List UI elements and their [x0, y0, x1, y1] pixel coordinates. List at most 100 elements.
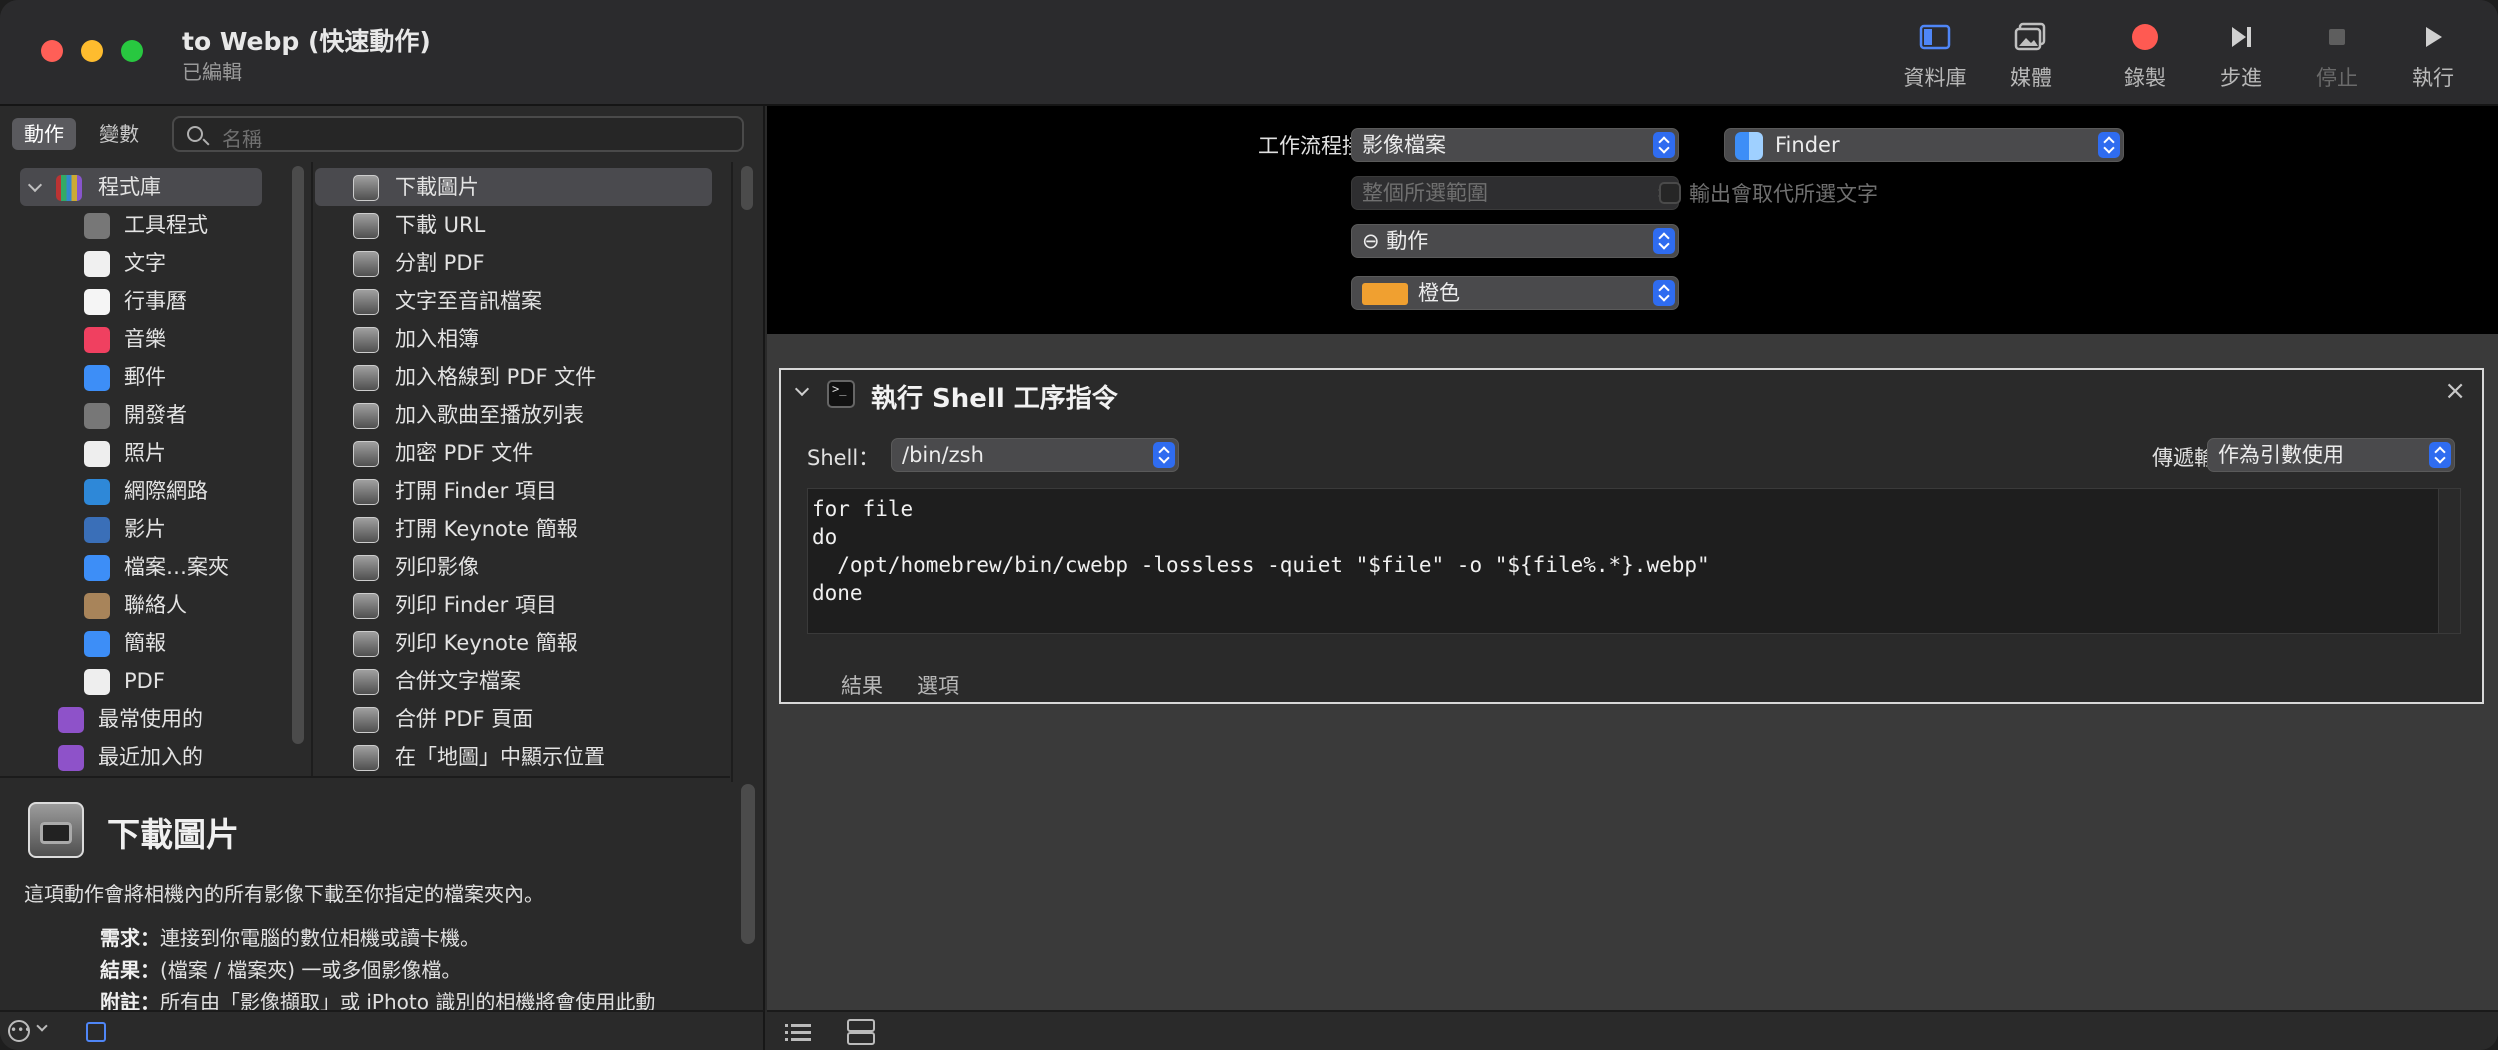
- tab-results[interactable]: 結果: [841, 670, 883, 700]
- action-list-item[interactable]: 加入歌曲至播放列表: [315, 396, 712, 434]
- action-list-item[interactable]: 加入相簿: [315, 320, 712, 358]
- right-bottom-bar: [767, 1010, 2498, 1050]
- action-list-item[interactable]: 下載 URL: [315, 206, 712, 244]
- library-root-item[interactable]: 程式庫: [20, 168, 262, 206]
- workflow-pane: 工作流程接收目前的 影像檔案 位置： Finder 輸入為 整個所選範圍 輸出會…: [767, 106, 2498, 1010]
- chevron-down-icon[interactable]: [794, 381, 810, 397]
- mail-icon: [84, 365, 110, 391]
- library-item[interactable]: PDF: [0, 662, 310, 700]
- segment-variables[interactable]: 變數: [87, 118, 151, 150]
- library-item[interactable]: 檔案…案夾: [0, 548, 310, 586]
- keynote-icon: [84, 631, 110, 657]
- tab-options[interactable]: 選項: [917, 670, 959, 700]
- action-list-item-label: 加密 PDF 文件: [395, 441, 534, 465]
- utilities-icon: [84, 213, 110, 239]
- library-scrollbar[interactable]: [292, 166, 304, 744]
- action-list-item[interactable]: 在「地圖」中顯示位置: [315, 738, 712, 776]
- left-bottom-bar: •••: [0, 1010, 765, 1050]
- description-body: 這項動作會將相機內的所有影像下載至你指定的檔案夾內。: [24, 882, 544, 906]
- action-title: 執行 Shell 工序指令: [871, 384, 1118, 414]
- shell-popup[interactable]: /bin/zsh: [891, 438, 1179, 472]
- internet-icon: [84, 479, 110, 505]
- library-toolbar-button[interactable]: 資料庫: [1890, 20, 1980, 100]
- library-item-label: 音樂: [124, 327, 166, 351]
- action-description: 下載圖片 這項動作會將相機內的所有影像下載至你指定的檔案夾內。 需求：連接到你電…: [0, 776, 730, 1014]
- action-list-item-label: 列印 Finder 項目: [395, 593, 557, 617]
- more-options-icon[interactable]: •••: [8, 1020, 31, 1042]
- action-list-item[interactable]: 打開 Keynote 簡報: [315, 510, 712, 548]
- list-view-icon[interactable]: [785, 1021, 811, 1043]
- actions-scrollbar[interactable]: [741, 166, 753, 210]
- step-toolbar-button[interactable]: 步進: [2196, 20, 2286, 100]
- action-icon: [353, 175, 379, 201]
- library-icon: [1918, 20, 1952, 54]
- replace-text-checkbox[interactable]: [1659, 182, 1681, 204]
- color-popup[interactable]: 橙色: [1351, 276, 1679, 310]
- movies-icon: [84, 517, 110, 543]
- script-editor[interactable]: for file do /opt/homebrew/bin/cwebp -los…: [807, 488, 2461, 634]
- action-icon: [353, 593, 379, 619]
- action-list-item[interactable]: 打開 Finder 項目: [315, 472, 712, 510]
- chevron-down-icon: [27, 177, 43, 193]
- description-result: 結果：(檔案 / 檔案夾) 一或多個影像檔。: [100, 958, 462, 982]
- media-toolbar-button[interactable]: 媒體: [1986, 20, 2076, 100]
- action-icon: [353, 631, 379, 657]
- action-icon: [353, 669, 379, 695]
- minimize-window-button[interactable]: [81, 40, 103, 62]
- library-item[interactable]: 網際網路: [0, 472, 310, 510]
- input-popup[interactable]: 整個所選範圍: [1351, 176, 1679, 210]
- library-item[interactable]: 音樂: [0, 320, 310, 358]
- search-field[interactable]: 名稱: [172, 116, 744, 152]
- stop-toolbar-button[interactable]: 停止: [2292, 20, 2382, 100]
- action-list-item[interactable]: 合併文字檔案: [315, 662, 712, 700]
- chevron-down-icon[interactable]: [36, 1020, 48, 1032]
- close-window-button[interactable]: [41, 40, 63, 62]
- library-item[interactable]: 影片: [0, 510, 310, 548]
- description-scrollbar[interactable]: [741, 784, 755, 944]
- action-icon: [353, 365, 379, 391]
- action-list-item[interactable]: 列印影像: [315, 548, 712, 586]
- action-list-item[interactable]: 分割 PDF: [315, 244, 712, 282]
- library-item-recently-added[interactable]: 最近加入的: [0, 738, 310, 776]
- action-list-item[interactable]: 加密 PDF 文件: [315, 434, 712, 472]
- pass-input-popup[interactable]: 作為引數使用: [2207, 438, 2455, 472]
- action-icon: [353, 327, 379, 353]
- action-list-item[interactable]: 列印 Finder 項目: [315, 586, 712, 624]
- location-popup[interactable]: Finder: [1724, 128, 2124, 162]
- action-list-item[interactable]: 加入格線到 PDF 文件: [315, 358, 712, 396]
- library-item[interactable]: 工具程式: [0, 206, 310, 244]
- action-header: 執行 Shell 工序指令 ×: [781, 370, 2482, 420]
- title-bar: to Webp (快速動作) 已編輯 資料庫 媒體 錄製 步進 停止 執行: [0, 0, 2498, 106]
- split-view-icon[interactable]: [847, 1019, 875, 1045]
- smart-folder-icon: [58, 707, 84, 733]
- action-list-item[interactable]: 合併 PDF 頁面: [315, 700, 712, 738]
- run-shell-script-action: 執行 Shell 工序指令 × Shell： /bin/zsh 傳遞輸入： 作為…: [779, 368, 2484, 704]
- library-item[interactable]: 照片: [0, 434, 310, 472]
- zoom-window-button[interactable]: [121, 40, 143, 62]
- action-list-item[interactable]: 列印 Keynote 簡報: [315, 624, 712, 662]
- record-toolbar-button[interactable]: 錄製: [2100, 20, 2190, 100]
- record-icon: [2128, 20, 2162, 54]
- library-item[interactable]: 聯絡人: [0, 586, 310, 624]
- media-icon: [2014, 20, 2048, 54]
- popup-stepper-icon: [1153, 442, 1175, 468]
- library-item-label: 開發者: [124, 403, 187, 427]
- segment-actions[interactable]: 動作: [12, 118, 76, 150]
- library-item[interactable]: 行事曆: [0, 282, 310, 320]
- run-toolbar-button[interactable]: 執行: [2388, 20, 2478, 100]
- image-popup[interactable]: ⊖ 動作: [1351, 224, 1679, 258]
- receives-popup[interactable]: 影像檔案: [1351, 128, 1679, 162]
- action-icon: [353, 441, 379, 467]
- library-item-most-used[interactable]: 最常使用的: [0, 700, 310, 738]
- description-toggle-icon[interactable]: [86, 1022, 106, 1042]
- action-list-item[interactable]: 文字至音訊檔案: [315, 282, 712, 320]
- script-scrollbar[interactable]: [2438, 489, 2460, 633]
- library-item[interactable]: 簡報: [0, 624, 310, 662]
- library-item[interactable]: 開發者: [0, 396, 310, 434]
- photos-icon: [84, 441, 110, 467]
- library-item[interactable]: 文字: [0, 244, 310, 282]
- action-list-item[interactable]: 下載圖片: [315, 168, 712, 206]
- library-item-label: 網際網路: [124, 479, 208, 503]
- library-item[interactable]: 郵件: [0, 358, 310, 396]
- close-icon[interactable]: ×: [2444, 376, 2466, 406]
